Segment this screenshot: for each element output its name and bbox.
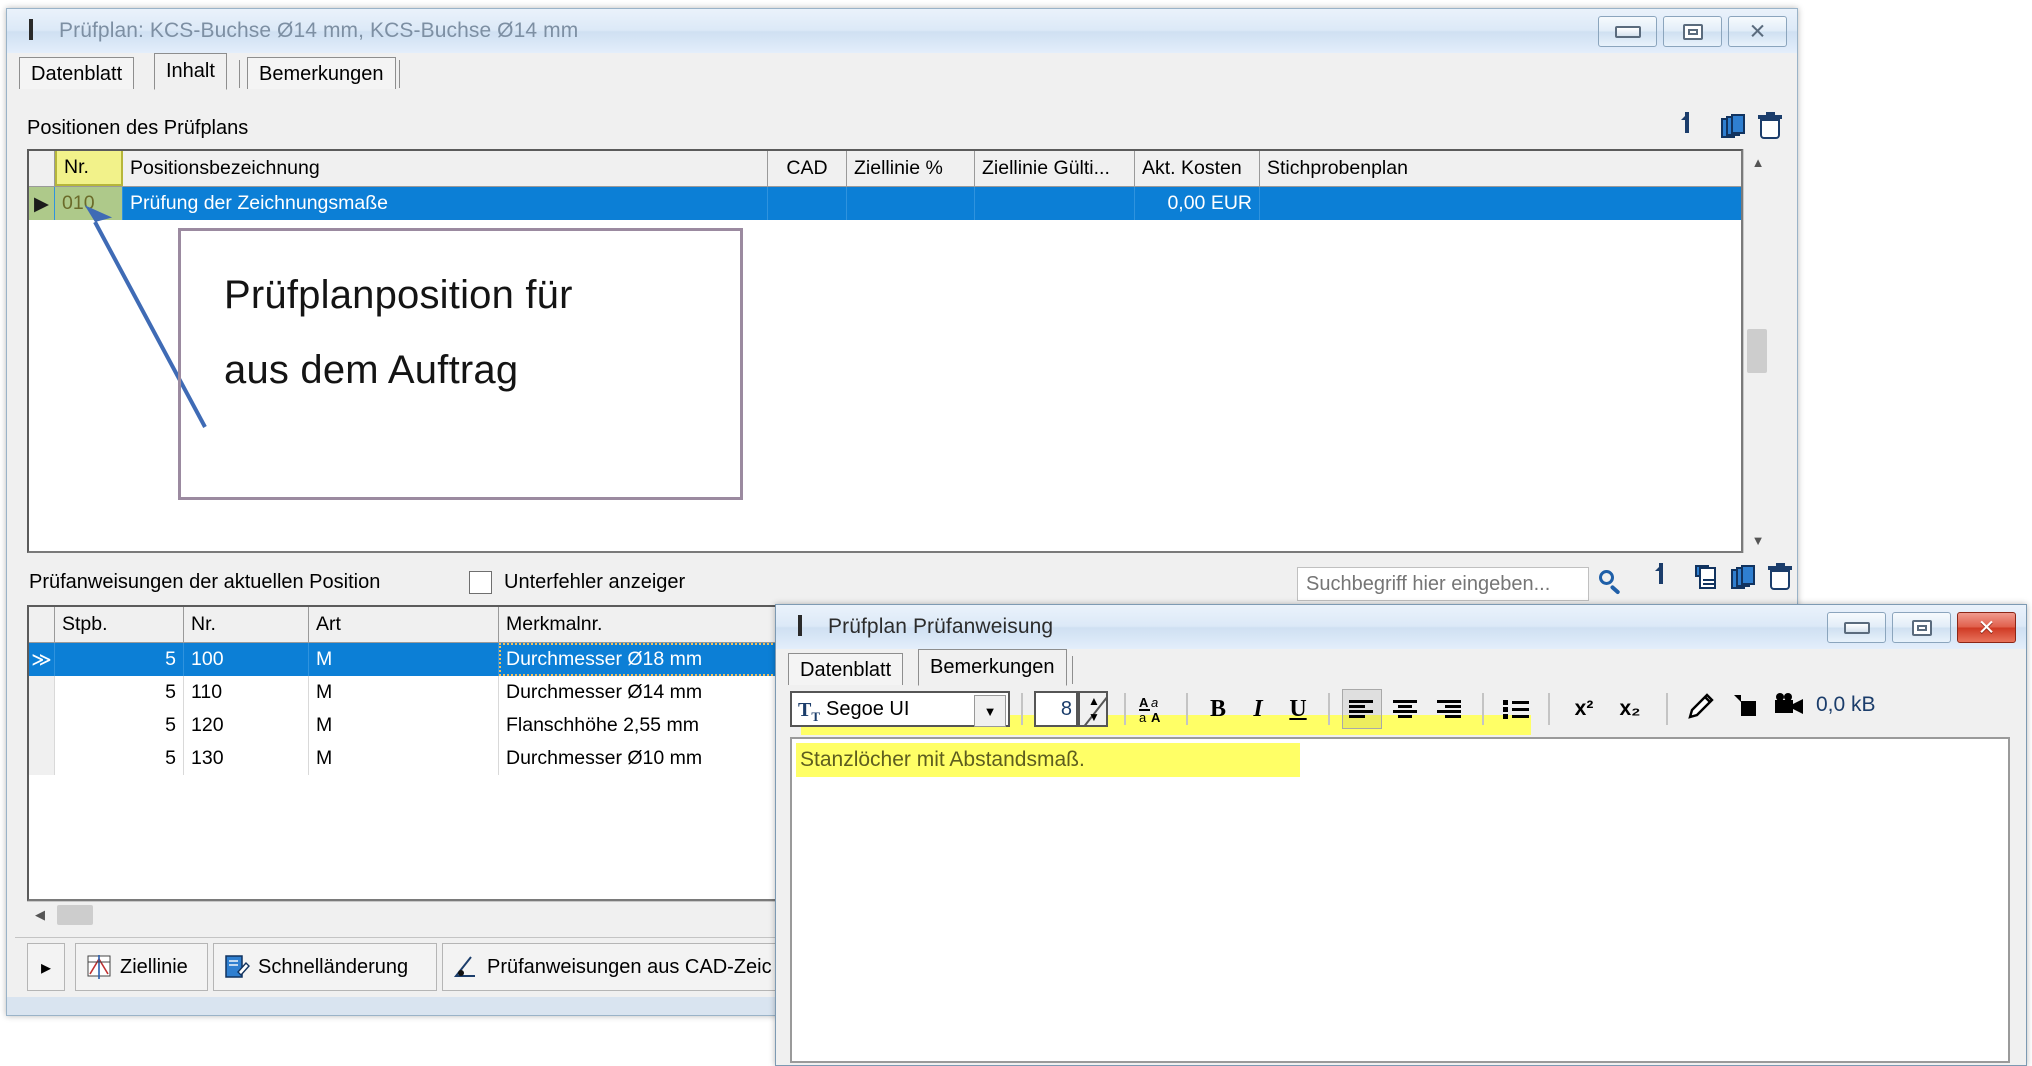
superscript-label: x² [1575,697,1594,721]
close-icon: ✕ [1978,617,1996,638]
document-size-label: 0,0 kB [1816,693,1876,717]
highlighter-button[interactable] [1680,689,1720,729]
svg-text:A: A [1151,710,1161,724]
align-left-icon [1349,699,1375,719]
tab-label: Bemerkungen [930,656,1055,679]
bullet-list-button[interactable] [1496,689,1536,729]
font-letter-icon: TT [798,699,820,725]
child-window-titlebar[interactable]: Prüfplan Prüfanweisung ✕ [776,605,2026,650]
fill-color-button[interactable] [1724,689,1764,729]
align-right-icon [1437,699,1463,719]
font-size-value: 8 [1061,698,1072,721]
camera-icon [1773,691,1807,728]
italic-label: I [1253,696,1262,723]
align-right-button[interactable] [1430,689,1470,729]
maximize-button[interactable] [1892,612,1951,643]
svg-text:A: A [1139,695,1149,710]
comment-editor[interactable]: Stanzlöcher mit Abstandsmaß. [790,737,2010,1063]
chevron-down-icon[interactable]: ▼ [974,695,1006,727]
font-family-select[interactable]: TT Segoe UI ▼ [790,691,1010,727]
child-tabstrip: Datenblatt Bemerkungen [776,649,2026,686]
tab-label: Datenblatt [800,659,891,682]
editor-text-line: Stanzlöcher mit Abstandsmaß. [796,743,1300,777]
tab-inhalt[interactable]: Inhalt [154,53,227,90]
child-window-title: Prüfplan Prüfanweisung [828,615,1053,639]
align-left-button[interactable] [1342,689,1382,729]
spinner-up-down-icon[interactable]: ▲▼ [1078,691,1108,727]
underline-button[interactable]: U [1280,691,1316,727]
minimize-button[interactable] [1827,612,1886,643]
maximize-icon [1912,620,1932,636]
svg-text:a: a [1139,710,1147,724]
align-center-icon [1393,699,1419,719]
tab-datenblatt[interactable]: Datenblatt [788,653,903,686]
close-button[interactable]: ✕ [1957,612,2016,643]
superscript-button[interactable]: x² [1562,691,1606,727]
annotation-line-1: Prüfplanposition für [224,268,573,323]
annotation-line-2: aus dem Auftrag [224,343,518,398]
underline-label: U [1289,696,1306,723]
subscript-label: x₂ [1619,697,1640,721]
font-size-input[interactable]: 8 [1034,691,1078,727]
tab-bemerkungen[interactable]: Bemerkungen [918,649,1067,686]
minimize-icon [1844,622,1870,634]
align-center-button[interactable] [1386,689,1426,729]
bold-button[interactable]: B [1200,691,1236,727]
bold-label: B [1210,696,1226,723]
change-case-icon[interactable]: AaaA [1136,691,1176,727]
grid-table-icon [798,617,819,636]
bullet-list-icon [1503,699,1529,719]
fill-color-icon [1729,691,1759,728]
subscript-button[interactable]: x₂ [1608,691,1652,727]
svg-text:a: a [1151,695,1158,710]
tab-label: Inhalt [166,60,215,83]
italic-button[interactable]: I [1240,691,1276,727]
child-window: Prüfplan Prüfanweisung ✕ Datenblatt Beme… [775,604,2027,1066]
highlighter-pen-icon [1685,691,1715,728]
camera-button[interactable] [1768,689,1812,729]
